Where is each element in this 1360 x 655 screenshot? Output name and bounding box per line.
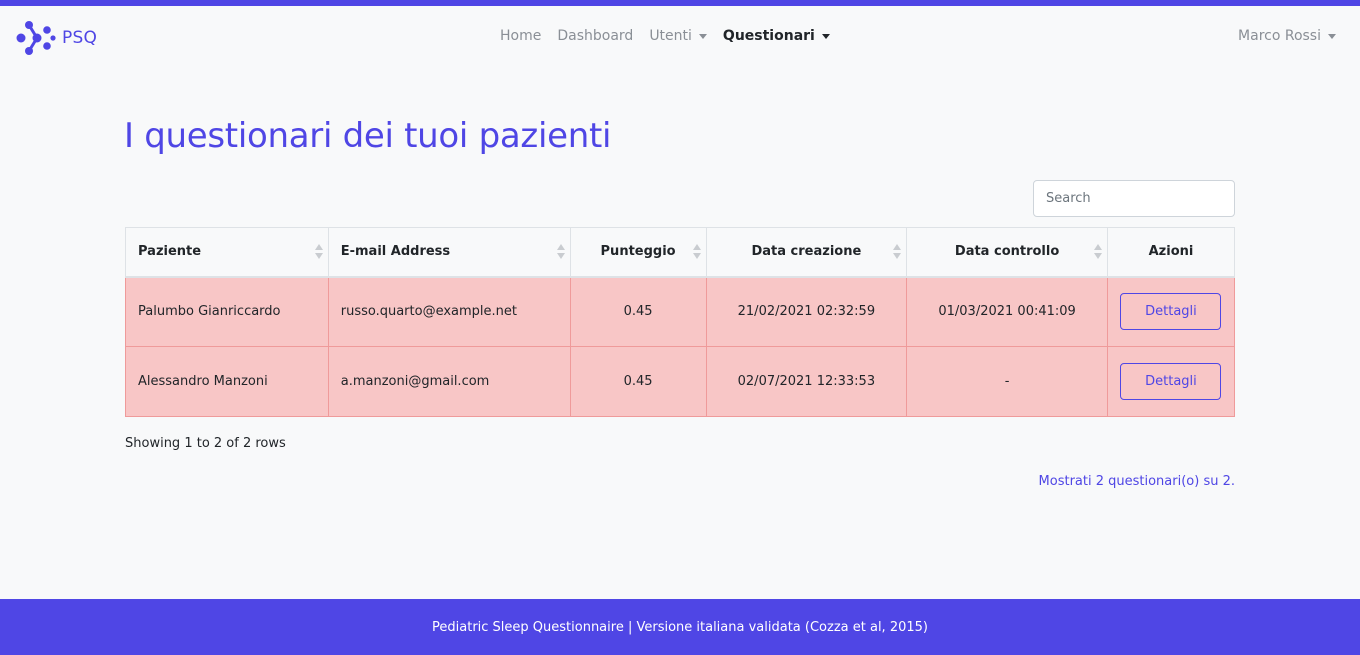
page-title: I questionari dei tuoi pazienti (124, 116, 612, 156)
cell-patient: Alessandro Manzoni (125, 346, 329, 417)
table-row: Alessandro Manzoni a.manzoni@gmail.com 0… (125, 346, 1236, 417)
user-menu-dropdown[interactable]: Marco Rossi (1238, 28, 1336, 44)
nav-dashboard-label: Dashboard (557, 28, 634, 44)
column-header-label: Data controllo (954, 244, 1060, 260)
column-header-label: Punteggio (600, 244, 676, 260)
nav-home[interactable]: Home (492, 28, 549, 44)
column-header-punteggio[interactable]: Punteggio (569, 227, 707, 278)
nav-home-label: Home (500, 28, 542, 44)
cell-actions: Dettagli (1106, 276, 1236, 347)
column-header-label: Azioni (1148, 244, 1194, 260)
cell-score: 0.45 (569, 276, 707, 347)
psq-logo-icon (16, 21, 56, 55)
nav-dashboard[interactable]: Dashboard (549, 28, 641, 44)
caret-down-icon (698, 33, 707, 39)
cell-checked: 01/03/2021 00:41:09 (906, 276, 1108, 347)
main-nav: Home Dashboard Utenti Questionari (492, 28, 838, 44)
column-header-label: E-mail Address (340, 244, 451, 260)
nav-utenti-dropdown[interactable]: Utenti (641, 28, 715, 44)
details-button[interactable]: Dettagli (1120, 293, 1222, 331)
table-header-row: Paziente E-mail Address Punteggio Data c… (125, 227, 1236, 278)
sort-icon (1093, 244, 1102, 260)
cell-patient: Palumbo Gianriccardo (125, 276, 329, 347)
column-header-label: Data creazione (751, 244, 862, 260)
column-header-paziente[interactable]: Paziente (125, 227, 329, 278)
sort-icon (692, 244, 701, 260)
cell-created: 02/07/2021 12:33:53 (705, 346, 908, 417)
cell-email: a.manzoni@gmail.com (327, 346, 571, 417)
table-row: Palumbo Gianriccardo russo.quarto@exampl… (125, 276, 1236, 347)
brand-link[interactable]: PSQ (16, 20, 97, 56)
column-header-label: Paziente (138, 244, 202, 260)
cell-checked: - (906, 346, 1108, 417)
nav-questionari-label: Questionari (722, 28, 815, 44)
nav-utenti-label: Utenti (649, 28, 692, 44)
sort-icon (556, 244, 565, 260)
cell-score: 0.45 (569, 346, 707, 417)
column-header-azioni: Azioni (1106, 227, 1236, 278)
caret-down-icon (1328, 33, 1336, 39)
nav-questionari-dropdown[interactable]: Questionari (715, 28, 838, 44)
column-header-email[interactable]: E-mail Address (327, 227, 571, 278)
column-header-data-controllo[interactable]: Data controllo (906, 227, 1108, 278)
details-button[interactable]: Dettagli (1120, 363, 1222, 400)
user-name: Marco Rossi (1238, 28, 1321, 44)
sort-icon (893, 244, 902, 260)
navbar: PSQ Home Dashboard Utenti Questionari Ma… (0, 6, 1360, 70)
cell-actions: Dettagli (1106, 346, 1236, 417)
pagination-info: Showing 1 to 2 of 2 rows (125, 436, 286, 451)
search-input[interactable] (1033, 180, 1235, 217)
cell-created: 21/02/2021 02:32:59 (705, 276, 908, 347)
cell-email: russo.quarto@example.net (327, 276, 571, 347)
footer-text: Pediatric Sleep Questionnaire | Versione… (432, 619, 928, 635)
questionnaires-table: Paziente E-mail Address Punteggio Data c… (125, 227, 1236, 417)
column-header-data-creazione[interactable]: Data creazione (705, 227, 908, 278)
sort-icon (314, 244, 323, 260)
footer: Pediatric Sleep Questionnaire | Versione… (0, 599, 1360, 655)
brand-name: PSQ (62, 28, 98, 48)
questionnaire-count: Mostrati 2 questionari(o) su 2. (1038, 474, 1235, 489)
caret-down-icon (821, 33, 830, 39)
